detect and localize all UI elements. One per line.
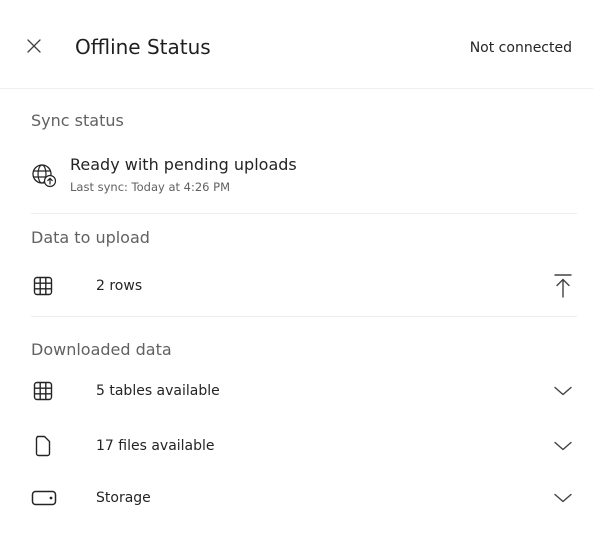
upload-rows-item[interactable]: 2 rows	[31, 268, 577, 304]
upload-button[interactable]	[549, 272, 577, 300]
sync-status-row: Ready with pending uploads Last sync: To…	[31, 152, 577, 198]
chevron-down-icon	[553, 492, 573, 504]
expand-tables-button[interactable]	[549, 377, 577, 405]
storage-label: Storage	[96, 490, 151, 506]
close-button[interactable]	[22, 34, 46, 58]
upload-icon	[553, 273, 573, 299]
chevron-down-icon	[553, 385, 573, 397]
tables-available-item[interactable]: 5 tables available	[31, 373, 577, 409]
table-icon	[31, 274, 55, 298]
files-available-label: 17 files available	[96, 438, 215, 454]
last-sync-text: Last sync: Today at 4:26 PM	[70, 180, 231, 194]
close-icon	[26, 38, 42, 54]
tables-available-label: 5 tables available	[96, 383, 220, 399]
expand-storage-button[interactable]	[549, 484, 577, 512]
upload-item-label: 2 rows	[96, 278, 143, 294]
offline-status-panel: Offline Status Not connected Sync status…	[0, 0, 593, 552]
downloaded-data-heading: Downloaded data	[31, 340, 172, 359]
page-title: Offline Status	[75, 35, 211, 59]
expand-files-button[interactable]	[549, 432, 577, 460]
sync-status-text: Ready with pending uploads	[70, 155, 297, 174]
files-available-item[interactable]: 17 files available	[31, 428, 577, 464]
panel-header: Offline Status Not connected	[0, 0, 593, 89]
storage-icon	[31, 486, 57, 510]
divider	[31, 316, 577, 317]
globe-sync-icon	[31, 162, 57, 188]
storage-item[interactable]: Storage	[31, 480, 577, 516]
divider	[31, 213, 577, 214]
data-to-upload-heading: Data to upload	[31, 228, 150, 247]
connection-status: Not connected	[469, 40, 572, 56]
table-icon	[31, 379, 55, 403]
document-icon	[31, 434, 55, 458]
chevron-down-icon	[553, 440, 573, 452]
sync-status-heading: Sync status	[31, 111, 124, 130]
